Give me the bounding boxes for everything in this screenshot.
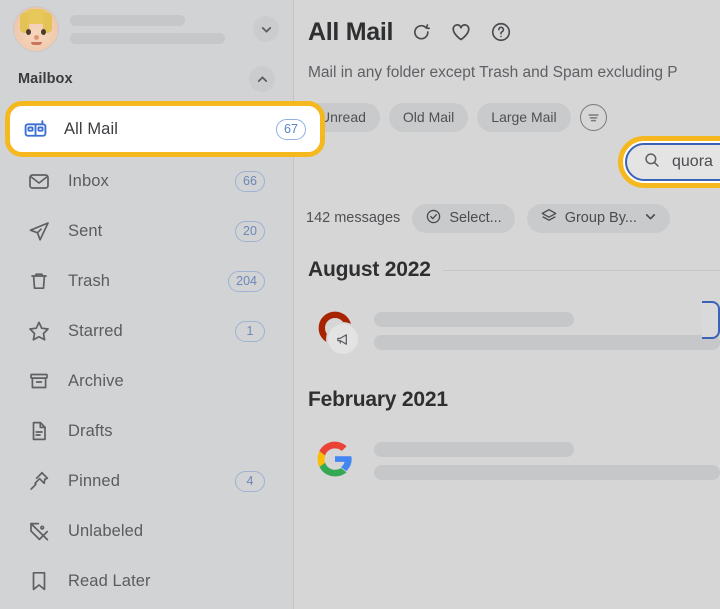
- mailbox-section-header: Mailbox: [0, 58, 293, 96]
- account-row[interactable]: [0, 0, 293, 58]
- app-window: Mailbox All Mail 67 Inbox 66 Sent 20 Tra…: [0, 0, 720, 609]
- account-redacted-text: [70, 14, 241, 44]
- message-sender-placeholder: [374, 442, 574, 457]
- search-input[interactable]: quora: [625, 143, 720, 181]
- message-count: 142 messages: [306, 210, 401, 226]
- refresh-icon[interactable]: [409, 20, 433, 44]
- quora-logo: [316, 310, 358, 354]
- sidebar-badge-pinned: 4: [235, 470, 265, 492]
- sidebar-item-label-archive: Archive: [68, 371, 124, 390]
- sidebar-badge-trash: 204: [228, 270, 265, 292]
- sidebar-item-label-trash: Trash: [68, 271, 111, 290]
- avatar-mouth: [31, 42, 42, 45]
- list-item[interactable]: [308, 418, 720, 508]
- account-name-placeholder: [70, 14, 185, 26]
- sidebar-badge-all-mail: 67: [276, 118, 306, 140]
- sidebar-badge-inbox: 66: [235, 170, 265, 192]
- sidebar-item-label-starred: Starred: [68, 321, 123, 340]
- sidebar-item-label-unlabeled: Unlabeled: [68, 521, 144, 540]
- sidebar-nav-list: Inbox 66 Sent 20 Trash 204 Starred 1 Arc…: [0, 96, 293, 606]
- sidebar-item-pinned[interactable]: Pinned 4: [14, 456, 279, 506]
- sidebar: Mailbox All Mail 67 Inbox 66 Sent 20 Tra…: [0, 0, 325, 609]
- sidebar-item-unlabeled[interactable]: Unlabeled: [14, 506, 279, 556]
- sidebar-badge-starred: 1: [235, 320, 265, 342]
- sidebar-item-read-later[interactable]: Read Later: [14, 556, 279, 606]
- main-panel: All Mail Mail in any folder except Trash…: [294, 0, 720, 609]
- heart-icon[interactable]: [449, 20, 473, 44]
- account-expand-button[interactable]: [253, 16, 279, 42]
- help-circle-icon[interactable]: [489, 20, 513, 44]
- pin-icon: [26, 468, 52, 494]
- chevron-down-icon: [261, 26, 271, 33]
- document-icon: [26, 418, 52, 444]
- group-title: August 2022: [308, 258, 431, 281]
- sidebar-badge-sent: 20: [235, 220, 265, 242]
- sidebar-item-sent[interactable]: Sent 20: [14, 206, 279, 256]
- sidebar-item-label-all-mail: All Mail: [64, 119, 118, 138]
- message-redacted-content: [374, 442, 720, 480]
- paper-plane-icon: [26, 218, 52, 244]
- google-logo: [316, 440, 358, 482]
- user-memoji-avatar[interactable]: [14, 7, 58, 51]
- sidebar-item-label-drafts: Drafts: [68, 421, 113, 440]
- check-circle-icon: [425, 208, 442, 229]
- search-area: quora: [294, 136, 720, 339]
- bookmark-icon: [26, 568, 52, 594]
- magnifier-icon: [643, 151, 661, 174]
- chevron-up-icon: [257, 75, 267, 82]
- page-title: All Mail: [308, 17, 394, 46]
- sidebar-item-label-pinned: Pinned: [68, 471, 120, 490]
- search-input-value: quora: [672, 153, 713, 170]
- google-logo-mark: [317, 441, 352, 477]
- megaphone-icon: [328, 324, 358, 354]
- sidebar-item-trash[interactable]: Trash 204: [14, 256, 279, 306]
- filter-chip-row: Unread Old Mail Large Mail: [294, 92, 720, 136]
- layers-icon: [540, 207, 558, 229]
- avatar-eye-left: [26, 29, 31, 35]
- group-by-button-label: Group By...: [564, 210, 637, 226]
- avatar-nose: [34, 35, 39, 40]
- folder-description: Mail in any folder except Trash and Spam…: [308, 64, 678, 81]
- message-redacted-content: [374, 312, 720, 350]
- group-header-february-2021: February 2021: [308, 388, 720, 412]
- message-subject-placeholder: [374, 465, 720, 480]
- tag-slash-icon: [26, 518, 52, 544]
- account-email-placeholder: [70, 32, 225, 44]
- mailbox-collapse-button[interactable]: [249, 66, 275, 92]
- group-divider: [442, 269, 720, 271]
- main-header: All Mail: [294, 0, 720, 50]
- filter-chip-old-mail[interactable]: Old Mail: [388, 102, 469, 132]
- trash-icon: [26, 268, 52, 294]
- message-count-row: 142 messages Select... Group By...: [294, 192, 720, 236]
- message-list: August 2022 February 2021: [294, 236, 720, 508]
- archive-box-icon: [26, 368, 52, 394]
- group-by-button[interactable]: Group By...: [526, 203, 670, 233]
- chevron-down-icon: [644, 210, 657, 227]
- sidebar-item-label-read-later: Read Later: [68, 571, 151, 590]
- sidebar-item-all-mail[interactable]: All Mail 67: [10, 106, 320, 152]
- sidebar-item-label-inbox: Inbox: [68, 171, 109, 190]
- mailbox-icon: [22, 116, 48, 142]
- message-sender-placeholder: [374, 312, 574, 327]
- group-title: February 2021: [308, 388, 448, 411]
- filter-chip-large-mail[interactable]: Large Mail: [477, 102, 571, 132]
- select-button[interactable]: Select...: [412, 203, 515, 233]
- group-header-august-2022: August 2022: [308, 258, 720, 282]
- sidebar-item-starred[interactable]: Starred 1: [14, 306, 279, 356]
- sidebar-item-label-sent: Sent: [68, 221, 103, 240]
- search-adjacent-cutoff-control[interactable]: [702, 301, 720, 339]
- list-item[interactable]: [308, 288, 720, 378]
- mailbox-section-title: Mailbox: [18, 71, 73, 87]
- select-button-label: Select...: [449, 210, 502, 226]
- sidebar-item-drafts[interactable]: Drafts: [14, 406, 279, 456]
- message-subject-placeholder: [374, 335, 720, 350]
- avatar-eye-right: [41, 29, 46, 35]
- sidebar-item-archive[interactable]: Archive: [14, 356, 279, 406]
- envelope-icon: [26, 168, 52, 194]
- star-icon: [26, 318, 52, 344]
- sidebar-item-inbox[interactable]: Inbox 66: [14, 156, 279, 206]
- filter-lines-icon[interactable]: [579, 103, 607, 131]
